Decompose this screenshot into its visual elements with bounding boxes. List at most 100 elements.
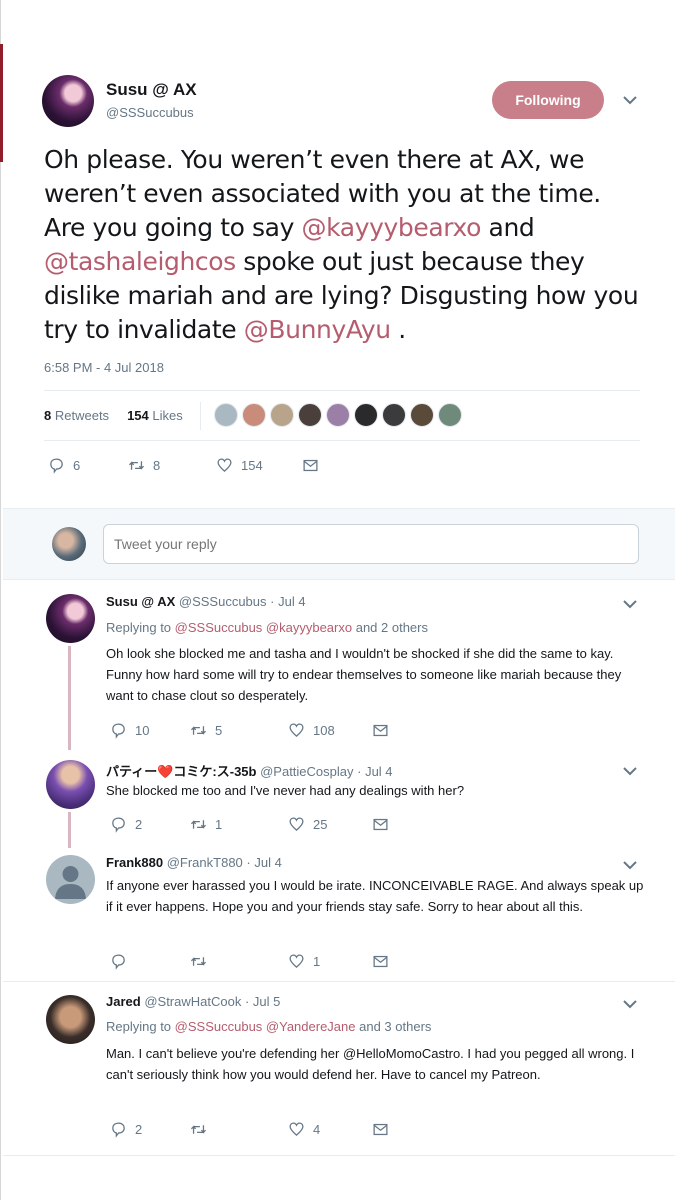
tweet-text-part: and <box>481 213 535 242</box>
retweet-action[interactable] <box>190 1121 288 1138</box>
like-action[interactable]: 108 <box>288 722 372 739</box>
retweet-icon <box>190 957 207 966</box>
reply-date[interactable]: Jul 4 <box>254 855 281 870</box>
likes-stat[interactable]: 154 Likes <box>127 408 183 423</box>
liker-avatar[interactable] <box>270 403 294 427</box>
reply-author-handle[interactable]: @SSSuccubus <box>179 594 267 609</box>
reply-author-handle[interactable]: @FrankT880 <box>167 855 243 870</box>
reply-action[interactable] <box>110 953 190 970</box>
engagement-stats: 8 Retweets 154 Likes <box>44 408 183 423</box>
chevron-down-icon[interactable] <box>622 857 638 873</box>
liker-avatar[interactable] <box>242 403 266 427</box>
reply-text: Man. I can't believe you're defending he… <box>106 1046 635 1082</box>
retweet-icon <box>190 726 207 735</box>
reply-input[interactable] <box>103 524 639 564</box>
retweet-action[interactable] <box>190 953 288 970</box>
message-action[interactable] <box>372 953 389 970</box>
like-count: 1 <box>313 954 321 969</box>
reply-author-name[interactable]: Jared <box>106 994 141 1009</box>
reply-icon <box>50 458 63 474</box>
like-icon <box>289 1122 304 1137</box>
retweets-stat[interactable]: 8 Retweets <box>44 408 109 423</box>
liker-avatar[interactable] <box>354 403 378 427</box>
chevron-down-icon[interactable] <box>622 596 638 612</box>
reply-action[interactable]: 2 <box>110 816 190 833</box>
main-action-bar: 6 8 154 <box>48 457 319 474</box>
reply-avatar[interactable] <box>46 594 95 643</box>
left-accent-bar <box>0 44 3 162</box>
reply-action-bar: 10 5 108 <box>110 722 389 739</box>
reply-author-name[interactable]: パティー❤️コミケ:ス-35b <box>106 764 256 779</box>
message-action[interactable] <box>302 457 319 474</box>
following-button[interactable]: Following <box>492 81 604 119</box>
message-action[interactable] <box>372 1121 389 1138</box>
like-action[interactable]: 1 <box>288 953 372 970</box>
reply-avatar[interactable] <box>46 760 95 809</box>
mention-link[interactable]: @kayyybearxo <box>302 213 482 242</box>
default-avatar-icon[interactable] <box>46 855 95 904</box>
mention-link[interactable]: @tashaleighcos <box>44 247 236 276</box>
tweet-text-part: . <box>390 315 406 344</box>
liker-avatars <box>214 403 462 427</box>
liker-avatar[interactable] <box>382 403 406 427</box>
message-icon <box>303 459 318 472</box>
retweet-action[interactable]: 8 <box>128 457 216 474</box>
left-border <box>0 0 1 1200</box>
replying-to-others[interactable]: and 2 others <box>356 620 428 635</box>
reply-separator <box>3 981 675 982</box>
reply-author-name[interactable]: Frank880 <box>106 855 163 870</box>
message-icon <box>373 724 388 737</box>
chevron-down-icon[interactable] <box>622 763 638 779</box>
reply-date[interactable]: Jul 5 <box>253 994 280 1009</box>
reply-date[interactable]: Jul 4 <box>278 594 305 609</box>
replying-to-label: Replying to <box>106 620 172 635</box>
liker-avatar[interactable] <box>438 403 462 427</box>
reply-count: 2 <box>135 1122 143 1137</box>
message-icon <box>373 955 388 968</box>
author-handle[interactable]: @SSSuccubus <box>106 105 194 120</box>
replying-to-others[interactable]: and 3 others <box>359 1019 431 1034</box>
replying-to-mentions[interactable]: @SSSuccubus @YandereJane <box>175 1019 356 1034</box>
author-name[interactable]: Susu @ AX <box>106 80 197 100</box>
author-avatar[interactable] <box>42 75 94 127</box>
message-action[interactable] <box>372 722 389 739</box>
reply-author-name[interactable]: Susu @ AX <box>106 594 175 609</box>
reply-header: Frank880 @FrankT880 · Jul 4 <box>106 855 282 870</box>
reply-separator <box>3 1155 675 1156</box>
reply-header: Jared @StrawHatCook · Jul 5 <box>106 994 281 1009</box>
liker-avatar[interactable] <box>410 403 434 427</box>
message-action[interactable] <box>372 816 389 833</box>
retweet-action[interactable]: 5 <box>190 722 288 739</box>
replying-to-mentions[interactable]: @SSSuccubus @kayyybearxo <box>175 620 352 635</box>
reply-icon <box>112 1122 125 1138</box>
reply-text: If anyone ever harassed you I would be i… <box>106 878 644 914</box>
reply-count: 10 <box>135 723 150 738</box>
chevron-down-icon[interactable] <box>622 92 638 108</box>
liker-avatar[interactable] <box>326 403 350 427</box>
reply-header: パティー❤️コミケ:ス-35b @PattieCosplay · Jul 4 <box>106 764 393 779</box>
liker-avatar[interactable] <box>298 403 322 427</box>
replying-to: Replying to @SSSuccubus @YandereJane and… <box>106 1019 431 1034</box>
like-action[interactable]: 154 <box>216 457 302 474</box>
like-icon <box>217 458 232 473</box>
tweet-timestamp[interactable]: 6:58 PM - 4 Jul 2018 <box>44 360 164 375</box>
stats-separator <box>200 402 201 430</box>
like-icon <box>289 817 304 832</box>
chevron-down-icon[interactable] <box>622 996 638 1012</box>
reply-author-handle[interactable]: @PattieCosplay <box>260 764 353 779</box>
like-action[interactable]: 25 <box>288 816 372 833</box>
like-count: 154 <box>241 458 263 473</box>
reply-author-handle[interactable]: @StrawHatCook <box>144 994 241 1009</box>
liker-avatar[interactable] <box>214 403 238 427</box>
mention-link[interactable]: @BunnyAyu <box>244 315 391 344</box>
reply-avatar[interactable] <box>46 995 95 1044</box>
like-action[interactable]: 4 <box>288 1121 372 1138</box>
reply-date[interactable]: Jul 4 <box>365 764 392 779</box>
reply-count: 6 <box>73 458 81 473</box>
reply-action[interactable]: 6 <box>48 457 128 474</box>
reply-action[interactable]: 10 <box>110 722 190 739</box>
reply-action[interactable]: 2 <box>110 1121 190 1138</box>
retweet-action[interactable]: 1 <box>190 816 288 833</box>
reply-action-bar: 2 1 25 <box>110 816 389 833</box>
retweets-count: 8 <box>44 408 52 423</box>
